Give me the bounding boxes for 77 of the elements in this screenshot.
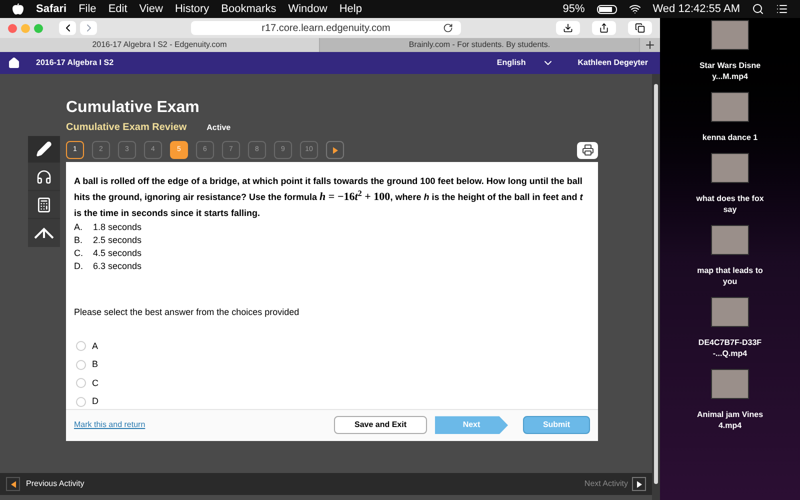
battery-icon: [596, 4, 617, 14]
video-thumbnail[interactable]: [711, 225, 749, 255]
menu-item[interactable]: Window: [288, 0, 328, 18]
menu-item[interactable]: Bookmarks: [221, 0, 276, 18]
choice-letter: C.: [74, 247, 84, 260]
tabs-button[interactable]: [628, 21, 652, 35]
answer-option[interactable]: B: [76, 358, 98, 372]
left-triangle-icon: [10, 480, 16, 488]
right-triangle-icon: [636, 480, 642, 488]
home-icon[interactable]: [8, 57, 20, 69]
choice-text: 4.5 seconds: [93, 247, 142, 260]
video-thumbnail[interactable]: [711, 92, 749, 122]
answer-option[interactable]: A: [76, 340, 98, 353]
video-thumbnail[interactable]: [711, 20, 749, 50]
download-icon: [563, 23, 573, 33]
previous-activity-button[interactable]: Previous Activity: [6, 477, 84, 491]
file-label[interactable]: DE4C7B7F-D33F-...Q.mp4: [695, 337, 765, 359]
instruction-text: Please select the best answer from the choices provided: [74, 306, 300, 319]
calculator-icon: [36, 196, 52, 212]
question-text: A ball is rolled off the edge of a bridge, at which point it falls towards the ground 100 feet below. How long until the ball hits the ground, ignoring air resistance? Use the formula h = −16t$^{2}$ + 100, where h is the height of the ball in feet and t is the time in seconds since it starts falling.: [74, 175, 584, 220]
pencil-icon: [36, 141, 52, 157]
share-button[interactable]: [592, 21, 616, 35]
choice-letter: A.: [74, 221, 84, 234]
answer-option[interactable]: D: [76, 395, 98, 408]
menu-item[interactable]: Edit: [108, 0, 128, 18]
menu-item[interactable]: View: [139, 0, 163, 18]
choice-letter: D.: [74, 260, 84, 273]
address-field[interactable]: r17.core.learn.edgenuity.com: [191, 21, 461, 35]
browser-tab[interactable]: Brainly.com - For students. By students.: [320, 38, 640, 52]
menu-item[interactable]: History: [174, 0, 210, 18]
search-icon[interactable]: [752, 3, 764, 15]
menu-clock[interactable]: Wed 12:42:55 AM: [652, 0, 740, 18]
course-title: 2016-17 Algebra I S2: [36, 57, 114, 69]
print-button[interactable]: [577, 142, 598, 158]
menu-item[interactable]: Help: [339, 0, 362, 18]
browser-tab[interactable]: 2016-17 Algebra I S2 - Edgenuity.com: [0, 38, 320, 52]
video-thumbnail[interactable]: [711, 297, 749, 327]
next-activity-button[interactable]: Next Activity: [584, 477, 646, 491]
back-button[interactable]: [59, 21, 76, 35]
choice-text: 2.5 seconds: [93, 234, 142, 247]
tabs-icon: [635, 23, 645, 33]
play-icon: [332, 146, 338, 154]
radio-button[interactable]: [76, 378, 86, 388]
menu-item[interactable]: Safari: [36, 0, 67, 18]
headphones-icon: [36, 168, 52, 184]
menu-item[interactable]: File: [78, 0, 96, 18]
exam-subtitle: Cumulative Exam Review: [66, 121, 187, 135]
new-tab-icon[interactable]: [644, 39, 656, 51]
file-label[interactable]: Animal jam Vines 4.mp4: [695, 409, 765, 431]
caret-up-icon: [34, 227, 54, 239]
download-button[interactable]: [556, 21, 580, 35]
share-icon: [599, 23, 609, 33]
exam-title: Cumulative Exam: [66, 98, 200, 118]
radio-button[interactable]: [76, 341, 86, 352]
file-label[interactable]: kenna dance 1: [695, 132, 765, 143]
apple-icon[interactable]: [12, 3, 24, 15]
pencil-tool[interactable]: [28, 136, 60, 163]
file-label[interactable]: map that leads to you: [695, 265, 765, 287]
language-dropdown[interactable]: English: [484, 52, 566, 74]
battery-percent: 95%: [562, 2, 585, 17]
video-thumbnail[interactable]: [711, 369, 749, 399]
mark-return-link[interactable]: Mark this and return: [74, 419, 146, 432]
printer-icon: [582, 144, 594, 156]
file-label[interactable]: Star Wars Disney...M.mp4: [695, 60, 765, 82]
save-exit-button[interactable]: Save and Exit: [334, 416, 427, 434]
choice-text: 6.3 seconds: [93, 260, 142, 273]
user-name[interactable]: Kathleen Degeyter: [566, 57, 660, 69]
radio-button[interactable]: [76, 360, 86, 370]
file-label[interactable]: what does the fox say: [695, 193, 765, 215]
choice-text: 1.8 seconds: [93, 221, 142, 234]
video-thumbnail[interactable]: [711, 153, 749, 183]
choice-letter: B.: [74, 234, 84, 247]
answer-option[interactable]: C: [76, 376, 98, 390]
radio-button[interactable]: [76, 396, 86, 407]
reload-icon[interactable]: [443, 23, 453, 33]
next-page-button[interactable]: [326, 141, 344, 159]
status-label: Active: [206, 122, 231, 134]
